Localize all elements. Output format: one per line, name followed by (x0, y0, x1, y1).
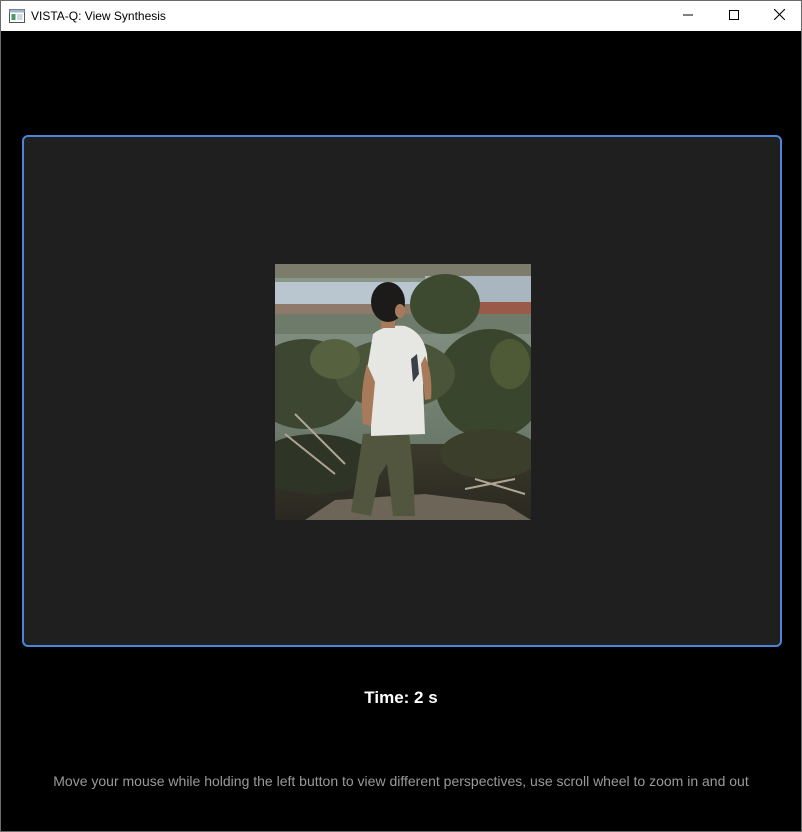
maximize-button[interactable] (711, 1, 757, 31)
maximize-icon (729, 7, 739, 25)
minimize-icon (683, 7, 693, 25)
time-label: Time: 2 s (364, 688, 438, 707)
app-window: VISTA-Q: View Synthesis Time: 2 s Move y… (0, 0, 802, 832)
view-synthesis-viewport[interactable] (22, 135, 782, 647)
close-button[interactable] (756, 1, 802, 31)
close-icon (773, 7, 785, 25)
minimize-button[interactable] (665, 1, 711, 31)
synthesized-view-image[interactable] (275, 264, 531, 520)
title-bar[interactable]: VISTA-Q: View Synthesis (1, 1, 801, 31)
window-title: VISTA-Q: View Synthesis (31, 9, 166, 23)
app-window-icon (9, 9, 25, 23)
help-instructions: Move your mouse while holding the left b… (53, 773, 749, 789)
